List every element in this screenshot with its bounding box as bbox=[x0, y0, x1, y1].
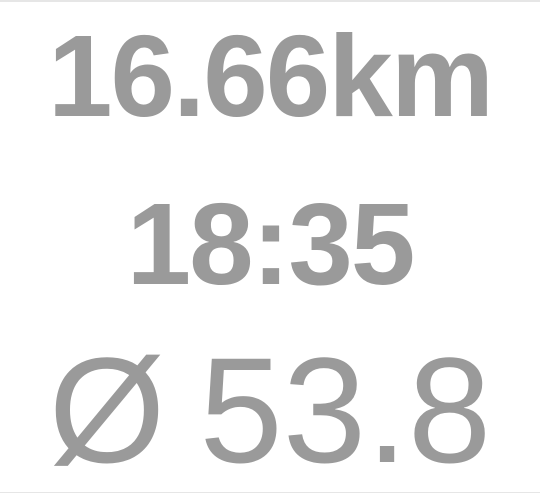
distance-readout: 16.66km bbox=[48, 11, 494, 141]
elapsed-time-readout: 18:35 bbox=[126, 179, 416, 309]
top-divider bbox=[0, 0, 540, 2]
average-symbol: Ø bbox=[48, 326, 166, 494]
average-speed-value: 53.8 bbox=[199, 326, 492, 494]
average-speed-readout: Ø 53.8 bbox=[0, 335, 540, 485]
